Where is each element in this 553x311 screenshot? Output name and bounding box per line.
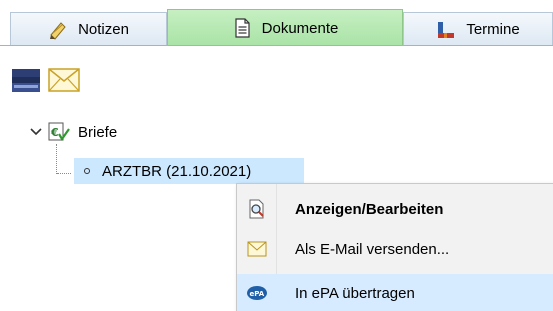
svg-text:€: € [50, 126, 59, 139]
tab-notizen[interactable]: Notizen [10, 12, 167, 46]
toolbar [10, 64, 80, 100]
svg-text:ePA: ePA [250, 290, 265, 298]
menu-item-send-email[interactable]: Als E-Mail versenden... [237, 230, 553, 268]
letter-folder-icon: € [48, 122, 72, 142]
notes-icon [48, 20, 68, 40]
tab-notizen-label: Notizen [78, 21, 129, 38]
epa-icon: ePA [237, 285, 277, 301]
tab-strip: Notizen Dokumente Termine [0, 0, 553, 46]
chevron-down-icon[interactable] [28, 124, 44, 140]
tab-strip-border [0, 45, 553, 46]
menu-item-send-email-label: Als E-Mail versenden... [295, 240, 450, 258]
envelope-icon [237, 241, 277, 257]
view-edit-icon [237, 199, 277, 219]
bullet-icon [80, 167, 94, 175]
menu-item-view-edit[interactable]: Anzeigen/Bearbeiten [237, 190, 553, 228]
menu-item-epa-transfer[interactable]: ePA In ePA übertragen [237, 274, 553, 311]
scanner-icon [11, 66, 41, 98]
scan-button[interactable] [10, 66, 42, 98]
context-menu: Anzeigen/Bearbeiten Als E-Mail versenden… [236, 183, 553, 311]
menu-item-view-edit-label: Anzeigen/Bearbeiten [295, 200, 444, 218]
mail-button[interactable] [48, 66, 80, 98]
tree-node-arztbr-label: ARZTBR (21.10.2021) [102, 162, 252, 180]
envelope-icon [48, 68, 80, 96]
tab-termine-label: Termine [466, 21, 520, 38]
tree-connector [56, 144, 57, 174]
document-icon [232, 18, 252, 38]
calendar-icon [436, 20, 456, 40]
tab-dokumente[interactable]: Dokumente [167, 9, 403, 46]
tree-node-briefe-label: Briefe [78, 123, 118, 141]
menu-item-epa-transfer-label: In ePA übertragen [295, 284, 415, 302]
tree-node-arztbr[interactable]: ARZTBR (21.10.2021) [74, 158, 304, 184]
tree-connector [57, 173, 71, 174]
tab-termine[interactable]: Termine [403, 12, 553, 46]
tree-node-briefe[interactable]: € Briefe [28, 120, 117, 144]
tab-dokumente-label: Dokumente [261, 19, 339, 37]
